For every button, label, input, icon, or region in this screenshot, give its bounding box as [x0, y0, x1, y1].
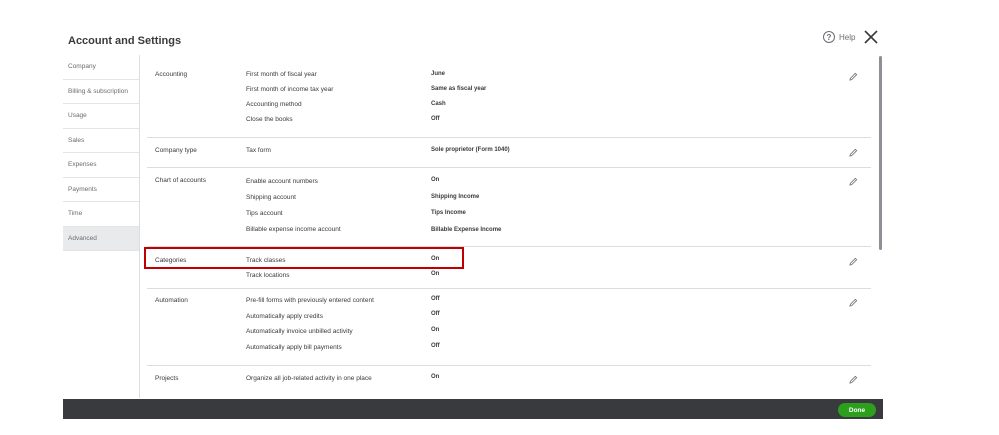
setting-label: Tax form — [246, 147, 271, 154]
section-automation[interactable]: Automation Pre-fill forms with previousl… — [147, 289, 871, 366]
section-label: Automation — [155, 297, 188, 304]
section-projects[interactable]: Projects Organize all job-related activi… — [147, 366, 871, 398]
sidebar-item-advanced[interactable]: Advanced — [63, 226, 139, 251]
setting-value: Same as fiscal year — [431, 86, 487, 92]
pencil-icon[interactable] — [849, 72, 858, 81]
setting-value: June — [431, 71, 446, 77]
setting-label: Automatically apply bill payments — [246, 344, 342, 351]
setting-label: Pre-fill forms with previously entered c… — [246, 297, 374, 304]
sidebar-item-sales[interactable]: Sales — [63, 129, 139, 153]
section-label: Chart of accounts — [155, 177, 206, 184]
setting-label: Billable expense income account — [246, 226, 341, 233]
pencil-icon[interactable] — [849, 298, 858, 307]
section-label: Company type — [155, 147, 197, 154]
setting-value: Sole proprietor (Form 1040) — [431, 147, 510, 153]
help-link[interactable]: ? Help — [823, 31, 855, 43]
sidebar-item-time[interactable]: Time — [63, 202, 139, 227]
settings-sidebar: Company Billing & subscription Usage Sal… — [63, 55, 140, 398]
sidebar-item-billing[interactable]: Billing & subscription — [63, 80, 139, 104]
scrollbar-thumb[interactable] — [879, 56, 882, 250]
setting-value: Off — [431, 296, 440, 302]
setting-label: Tips account — [246, 210, 283, 217]
setting-label: Accounting method — [246, 101, 302, 108]
setting-label: First month of income tax year — [246, 86, 334, 93]
setting-value: Off — [431, 343, 440, 349]
footer-bar — [63, 399, 883, 419]
section-label: Accounting — [155, 71, 188, 78]
page-title: Account and Settings — [68, 35, 182, 47]
pencil-icon[interactable] — [849, 257, 858, 266]
section-chart-of-accounts[interactable]: Chart of accounts Enable account numbers… — [147, 168, 871, 247]
close-icon[interactable] — [863, 29, 879, 45]
setting-value: On — [431, 271, 440, 277]
setting-value: On — [431, 374, 440, 380]
setting-value: Off — [431, 311, 440, 317]
pencil-icon[interactable] — [849, 148, 858, 157]
setting-label: Automatically apply credits — [246, 313, 323, 320]
setting-value: Shipping Income — [431, 194, 480, 200]
setting-value: Tips Income — [431, 210, 466, 216]
settings-page: Account and Settings ? Help Company Bill… — [0, 0, 999, 435]
setting-value: Billable Expense Income — [431, 227, 502, 233]
setting-label: Track classes — [246, 257, 286, 264]
sidebar-item-payments[interactable]: Payments — [63, 178, 139, 202]
setting-label: Automatically invoice unbilled activity — [246, 328, 353, 335]
setting-label: Track locations — [246, 272, 290, 279]
pencil-icon[interactable] — [849, 177, 858, 186]
sidebar-item-company[interactable]: Company — [63, 55, 139, 80]
section-label: Projects — [155, 375, 179, 382]
help-circle-icon: ? — [823, 31, 835, 43]
section-company-type[interactable]: Company type Tax form Sole proprietor (F… — [147, 138, 871, 168]
setting-value: On — [431, 256, 440, 262]
setting-value: On — [431, 177, 440, 183]
setting-value: Cash — [431, 101, 446, 107]
setting-value: Off — [431, 116, 440, 122]
help-label: Help — [839, 32, 856, 42]
section-accounting[interactable]: Accounting First month of fiscal year Ju… — [147, 56, 871, 138]
setting-label: Enable account numbers — [246, 178, 318, 185]
setting-value: On — [431, 327, 440, 333]
pencil-icon[interactable] — [849, 375, 858, 384]
settings-content: Accounting First month of fiscal year Ju… — [147, 56, 871, 398]
section-categories[interactable]: Categories Track classes On Track locati… — [147, 247, 871, 289]
sidebar-item-usage[interactable]: Usage — [63, 104, 139, 129]
sidebar-item-expenses[interactable]: Expenses — [63, 153, 139, 178]
section-label: Categories — [155, 257, 187, 264]
done-button[interactable]: Done — [838, 403, 876, 417]
setting-label: First month of fiscal year — [246, 71, 317, 78]
setting-label: Close the books — [246, 116, 293, 123]
setting-label: Shipping account — [246, 194, 296, 201]
setting-label: Organize all job-related activity in one… — [246, 375, 372, 382]
